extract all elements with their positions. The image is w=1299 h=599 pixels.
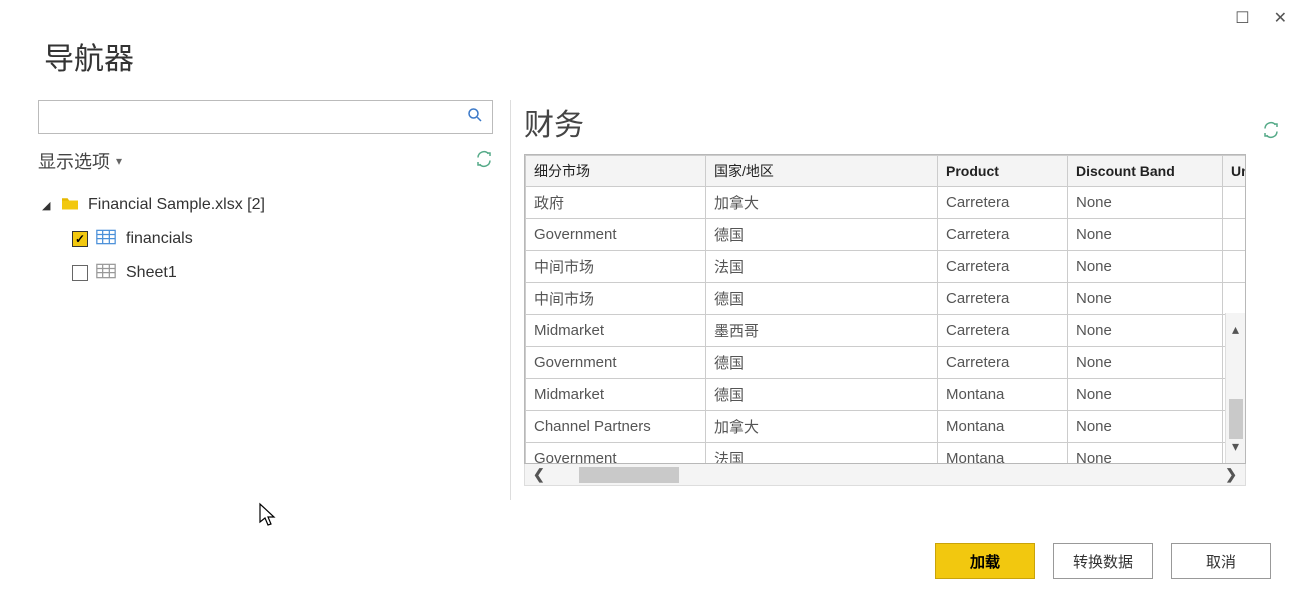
- table-row[interactable]: Midmarket德国MontanaNone: [526, 379, 1247, 411]
- table-cell: None: [1068, 379, 1223, 411]
- close-button[interactable]: ✕: [1274, 8, 1287, 28]
- mouse-cursor-icon: [258, 502, 278, 533]
- table-cell: 德国: [706, 283, 938, 315]
- table-row[interactable]: 政府加拿大CarreteraNone: [526, 187, 1247, 219]
- display-options-dropdown[interactable]: 显示选项 ▾: [38, 148, 122, 174]
- tree-item-sheet1[interactable]: Sheet1: [38, 256, 493, 290]
- table-cell: 德国: [706, 219, 938, 251]
- table-cell: Carretera: [938, 283, 1068, 315]
- table-cell: 墨西哥: [706, 315, 938, 347]
- search-icon[interactable]: [466, 106, 484, 129]
- vertical-scrollbar[interactable]: ▴ ▾: [1225, 313, 1245, 463]
- table-cell: [1223, 251, 1247, 283]
- display-options-label: 显示选项: [38, 148, 110, 174]
- table-cell: Montana: [938, 443, 1068, 465]
- tree-item-label: financials: [126, 230, 193, 248]
- scroll-up-icon[interactable]: ▴: [1232, 321, 1239, 338]
- collapse-icon[interactable]: ◢: [42, 199, 56, 212]
- table-cell: Government: [526, 347, 706, 379]
- table-cell: Carretera: [938, 315, 1068, 347]
- table-header-row: 细分市场 国家/地区 Product Discount Band Uni: [526, 156, 1247, 187]
- table-cell: None: [1068, 219, 1223, 251]
- table-row[interactable]: Government德国CarreteraNone: [526, 219, 1247, 251]
- table-cell: None: [1068, 187, 1223, 219]
- transform-data-button[interactable]: 转换数据: [1053, 543, 1153, 579]
- table-cell: None: [1068, 411, 1223, 443]
- chevron-down-icon: ▾: [116, 154, 122, 168]
- cancel-button[interactable]: 取消: [1171, 543, 1271, 579]
- table-cell: Carretera: [938, 219, 1068, 251]
- table-cell: 中间市场: [526, 283, 706, 315]
- refresh-icon[interactable]: [475, 150, 493, 173]
- table-cell: Midmarket: [526, 379, 706, 411]
- scroll-thumb[interactable]: [1229, 399, 1243, 439]
- table-row[interactable]: 中间市场法国CarreteraNone: [526, 251, 1247, 283]
- preview-table: 细分市场 国家/地区 Product Discount Band Uni 政府加…: [524, 154, 1246, 464]
- scroll-thumb[interactable]: [579, 467, 679, 483]
- table-cell: Carretera: [938, 347, 1068, 379]
- maximize-button[interactable]: ☐: [1235, 8, 1249, 28]
- table-cell: 中间市场: [526, 251, 706, 283]
- table-row[interactable]: Government德国CarreteraNone: [526, 347, 1247, 379]
- refresh-preview-icon[interactable]: [1262, 121, 1280, 144]
- table-cell: None: [1068, 347, 1223, 379]
- table-cell: None: [1068, 315, 1223, 347]
- table-cell: 加拿大: [706, 411, 938, 443]
- table-cell: 政府: [526, 187, 706, 219]
- pane-divider: [510, 100, 511, 500]
- table-row[interactable]: 中间市场德国CarreteraNone: [526, 283, 1247, 315]
- scroll-down-icon[interactable]: ▾: [1232, 438, 1239, 455]
- column-header[interactable]: 细分市场: [526, 156, 706, 187]
- tree-root-label: Financial Sample.xlsx [2]: [88, 196, 265, 214]
- table-cell: Montana: [938, 379, 1068, 411]
- table-cell: None: [1068, 443, 1223, 465]
- column-header[interactable]: Uni: [1223, 156, 1247, 187]
- table-cell: [1223, 283, 1247, 315]
- column-header[interactable]: Discount Band: [1068, 156, 1223, 187]
- table-icon: [96, 229, 116, 250]
- table-cell: [1223, 219, 1247, 251]
- table-cell: 法国: [706, 443, 938, 465]
- table-cell: 德国: [706, 379, 938, 411]
- checkbox-unchecked-icon[interactable]: [72, 265, 88, 281]
- table-row[interactable]: Government法国MontanaNone: [526, 443, 1247, 465]
- column-header[interactable]: 国家/地区: [706, 156, 938, 187]
- horizontal-scrollbar[interactable]: ❮ ❯: [524, 464, 1246, 486]
- table-cell: [1223, 187, 1247, 219]
- table-cell: 法国: [706, 251, 938, 283]
- table-row[interactable]: Channel Partners加拿大MontanaNone: [526, 411, 1247, 443]
- sheet-icon: [96, 263, 116, 284]
- table-cell: Government: [526, 219, 706, 251]
- search-input[interactable]: [47, 109, 466, 125]
- scroll-right-icon[interactable]: ❯: [1225, 466, 1237, 483]
- table-cell: Midmarket: [526, 315, 706, 347]
- table-cell: Montana: [938, 411, 1068, 443]
- table-row[interactable]: Midmarket墨西哥CarreteraNone: [526, 315, 1247, 347]
- tree-item-financials[interactable]: financials: [38, 222, 493, 256]
- load-button[interactable]: 加载: [935, 543, 1035, 579]
- table-cell: 加拿大: [706, 187, 938, 219]
- preview-title: 财务: [524, 100, 584, 144]
- checkbox-checked-icon[interactable]: [72, 231, 88, 247]
- folder-icon: [60, 195, 80, 216]
- search-box[interactable]: [38, 100, 493, 134]
- table-cell: 德国: [706, 347, 938, 379]
- table-cell: Carretera: [938, 251, 1068, 283]
- dialog-title: 导航器: [44, 34, 134, 78]
- tree-root-file[interactable]: ◢ Financial Sample.xlsx [2]: [38, 188, 493, 222]
- column-header[interactable]: Product: [938, 156, 1068, 187]
- table-cell: None: [1068, 251, 1223, 283]
- table-cell: Channel Partners: [526, 411, 706, 443]
- scroll-left-icon[interactable]: ❮: [533, 466, 545, 483]
- table-cell: None: [1068, 283, 1223, 315]
- table-cell: Government: [526, 443, 706, 465]
- table-cell: Carretera: [938, 187, 1068, 219]
- tree-item-label: Sheet1: [126, 264, 177, 282]
